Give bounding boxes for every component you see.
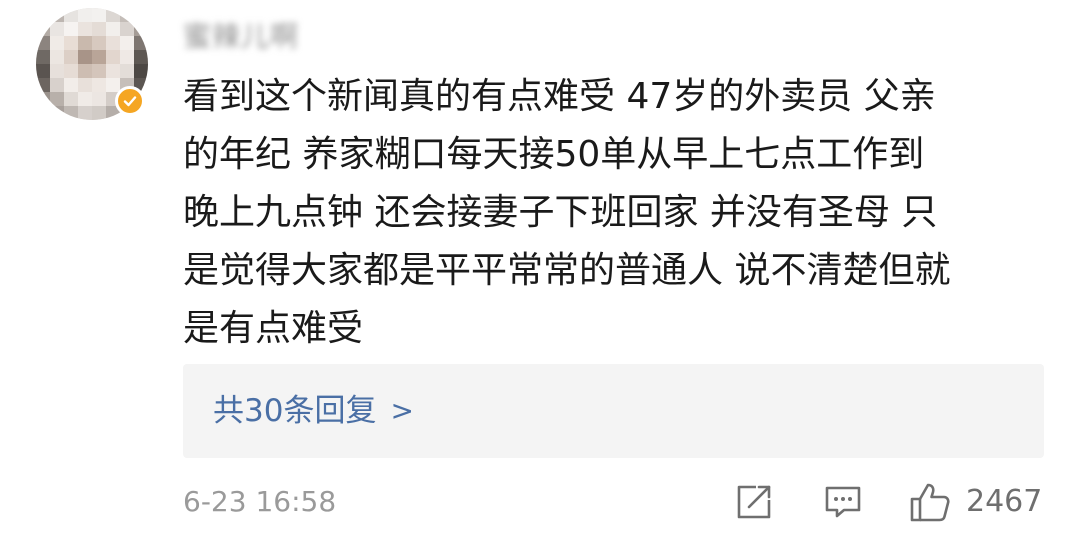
username[interactable]: 蜜辣儿啊 [183,18,299,53]
like-button[interactable]: 2467 [908,480,1042,524]
checkmark-icon [123,96,137,107]
share-icon [737,485,771,519]
comment-icon [825,486,861,518]
timestamp: 6-23 16:58 [183,485,337,518]
replies-label: 共30条回复 [213,393,377,429]
share-button[interactable] [734,480,776,524]
like-count: 2467 [966,484,1043,519]
chevron-right-icon: > [390,394,414,427]
comment-button[interactable] [823,480,865,524]
replies-panel[interactable]: 共30条回复 > [183,364,1044,458]
thumbs-up-icon [910,483,950,522]
view-replies-link[interactable]: 共30条回复 > [213,390,414,432]
comment-text: 看到这个新闻真的有点难受 47岁的外卖员 父亲 的年纪 养家糊口每天接50单从早… [183,76,951,349]
verified-badge-icon [115,86,145,116]
